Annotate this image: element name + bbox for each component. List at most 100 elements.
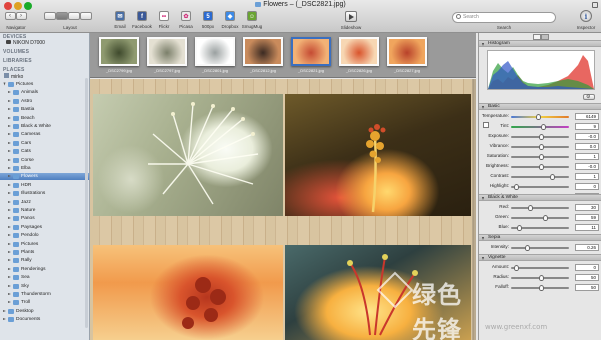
- thumbnail[interactable]: [339, 37, 379, 66]
- layout-info-button[interactable]: [80, 12, 92, 20]
- thumbnail[interactable]: [387, 37, 427, 66]
- disclosure-triangle-icon[interactable]: [8, 158, 11, 161]
- navigator-back-button[interactable]: ‹: [5, 12, 16, 20]
- email-icon[interactable]: ✉: [115, 11, 125, 21]
- slider-track[interactable]: [511, 186, 569, 188]
- sidebar-folder-item[interactable]: Sky: [0, 283, 89, 290]
- slider-knob[interactable]: [538, 284, 544, 291]
- search-input[interactable]: Search: [452, 12, 556, 23]
- slider-track[interactable]: [511, 207, 569, 209]
- slider-knob[interactable]: [543, 214, 549, 221]
- slider-knob[interactable]: [535, 113, 541, 120]
- sidebar-folder-item[interactable]: Animals: [0, 89, 89, 96]
- disclosure-triangle-icon[interactable]: [8, 116, 11, 119]
- slider-value-field[interactable]: 0.26: [575, 244, 599, 251]
- sidebar-folder-item[interactable]: Bastia: [0, 106, 89, 113]
- sidebar-folder-item[interactable]: Flowers: [0, 173, 89, 181]
- slider-knob[interactable]: [538, 133, 544, 140]
- slider-track[interactable]: [511, 176, 569, 178]
- thumbnail[interactable]: [291, 37, 331, 66]
- sepia-header[interactable]: Sepia: [479, 234, 601, 241]
- sidebar-folder-item[interactable]: Documents: [0, 316, 89, 323]
- sidebar-folder-item[interactable]: Elba: [0, 165, 89, 172]
- sidebar-folder-item[interactable]: Thunderstorm: [0, 291, 89, 298]
- sidebar-folder-item[interactable]: Beach: [0, 115, 89, 122]
- sidebar-scrollbar[interactable]: [85, 78, 88, 328]
- disclosure-triangle-icon[interactable]: [8, 99, 11, 102]
- disclosure-triangle-icon[interactable]: [8, 183, 11, 186]
- slider-track[interactable]: [511, 247, 569, 249]
- slider-track[interactable]: [511, 217, 569, 219]
- disclosure-triangle-icon[interactable]: [8, 217, 11, 220]
- sidebar-folder-item[interactable]: Corse: [0, 157, 89, 164]
- disclosure-triangle-icon[interactable]: [3, 318, 6, 321]
- histogram-header[interactable]: Histogram: [479, 40, 601, 47]
- sidebar-folder-item[interactable]: Cats: [0, 148, 89, 155]
- slider-knob[interactable]: [538, 153, 544, 160]
- disclosure-triangle-icon[interactable]: [8, 293, 11, 295]
- sidebar-folder-item[interactable]: Nature: [0, 207, 89, 214]
- sidebar-folder-item[interactable]: Renderings: [0, 266, 89, 273]
- sidebar-folder-item[interactable]: Plants: [0, 249, 89, 256]
- slider-value-field[interactable]: 1: [575, 153, 599, 160]
- sidebar-folder-item[interactable]: Desktop: [0, 308, 89, 315]
- slideshow-button[interactable]: [345, 11, 357, 22]
- disclosure-triangle-icon[interactable]: [8, 167, 11, 169]
- sidebar-folder-item[interactable]: Astro: [0, 98, 89, 105]
- disclosure-triangle-icon[interactable]: [8, 91, 11, 94]
- sidebar-folder-item[interactable]: Pictures: [0, 241, 89, 248]
- slider-value-field[interactable]: -0.0: [575, 133, 599, 140]
- navigator-forward-button[interactable]: ›: [16, 12, 27, 20]
- slider-value-field[interactable]: 11: [575, 224, 599, 231]
- slider-value-field[interactable]: 9: [575, 123, 599, 130]
- slider-value-field[interactable]: 50: [575, 274, 599, 281]
- slider-knob[interactable]: [541, 123, 547, 130]
- facebook-icon[interactable]: f: [137, 11, 147, 21]
- 500px-icon[interactable]: 5: [203, 11, 213, 21]
- layout-grid-button[interactable]: [44, 12, 56, 20]
- fullscreen-button[interactable]: [592, 2, 598, 8]
- smugmug-icon[interactable]: ☺: [247, 11, 257, 21]
- slider-value-field[interactable]: 0.0: [575, 143, 599, 150]
- slider-value-field[interactable]: -0.0: [575, 163, 599, 170]
- slider-knob[interactable]: [525, 244, 531, 251]
- disclosure-triangle-icon[interactable]: [8, 234, 11, 237]
- eyedropper-icon[interactable]: [483, 122, 489, 128]
- slider-track[interactable]: [511, 126, 569, 128]
- slider-value-field[interactable]: 6149: [575, 113, 599, 120]
- sidebar-folder-item[interactable]: Pendolo: [0, 232, 89, 239]
- disclosure-triangle-icon[interactable]: [8, 192, 11, 195]
- slider-knob[interactable]: [517, 224, 523, 231]
- layout-browser-button[interactable]: [56, 12, 68, 20]
- sidebar-folder-item[interactable]: HDR: [0, 182, 89, 189]
- slider-value-field[interactable]: 59: [575, 214, 599, 221]
- basic-header[interactable]: Basic: [479, 103, 601, 110]
- thumbnail[interactable]: [195, 37, 235, 66]
- slider-knob[interactable]: [549, 173, 555, 180]
- slider-knob[interactable]: [513, 183, 519, 190]
- histogram-options-button[interactable]: ⚙: [583, 94, 595, 100]
- slider-value-field[interactable]: 50: [575, 284, 599, 291]
- slider-track[interactable]: [511, 267, 569, 269]
- disclosure-triangle-icon[interactable]: [8, 200, 11, 203]
- photo-hibiscus-side[interactable]: [285, 94, 471, 216]
- disclosure-triangle-icon[interactable]: [3, 309, 6, 312]
- slider-value-field[interactable]: 0: [575, 183, 599, 190]
- slider-knob[interactable]: [538, 163, 544, 170]
- disclosure-triangle-icon[interactable]: [8, 150, 11, 153]
- thumbnail[interactable]: [147, 37, 187, 66]
- sidebar-folder-item[interactable]: Troll: [0, 299, 89, 306]
- disclosure-triangle-icon[interactable]: [8, 267, 11, 270]
- disclosure-triangle-icon[interactable]: [8, 108, 11, 111]
- slider-value-field[interactable]: 1: [575, 173, 599, 180]
- disclosure-triangle-icon[interactable]: [8, 125, 11, 127]
- disclosure-triangle-icon[interactable]: [8, 209, 11, 211]
- flickr-icon[interactable]: ••: [159, 11, 169, 21]
- vignette-header[interactable]: Vignette: [479, 254, 601, 261]
- disclosure-triangle-icon[interactable]: [8, 225, 11, 228]
- disclosure-triangle-icon[interactable]: [8, 301, 11, 304]
- sidebar-folder-item[interactable]: Panos: [0, 215, 89, 222]
- slider-knob[interactable]: [538, 143, 544, 150]
- slider-knob[interactable]: [538, 274, 544, 281]
- disclosure-triangle-icon[interactable]: [8, 175, 11, 178]
